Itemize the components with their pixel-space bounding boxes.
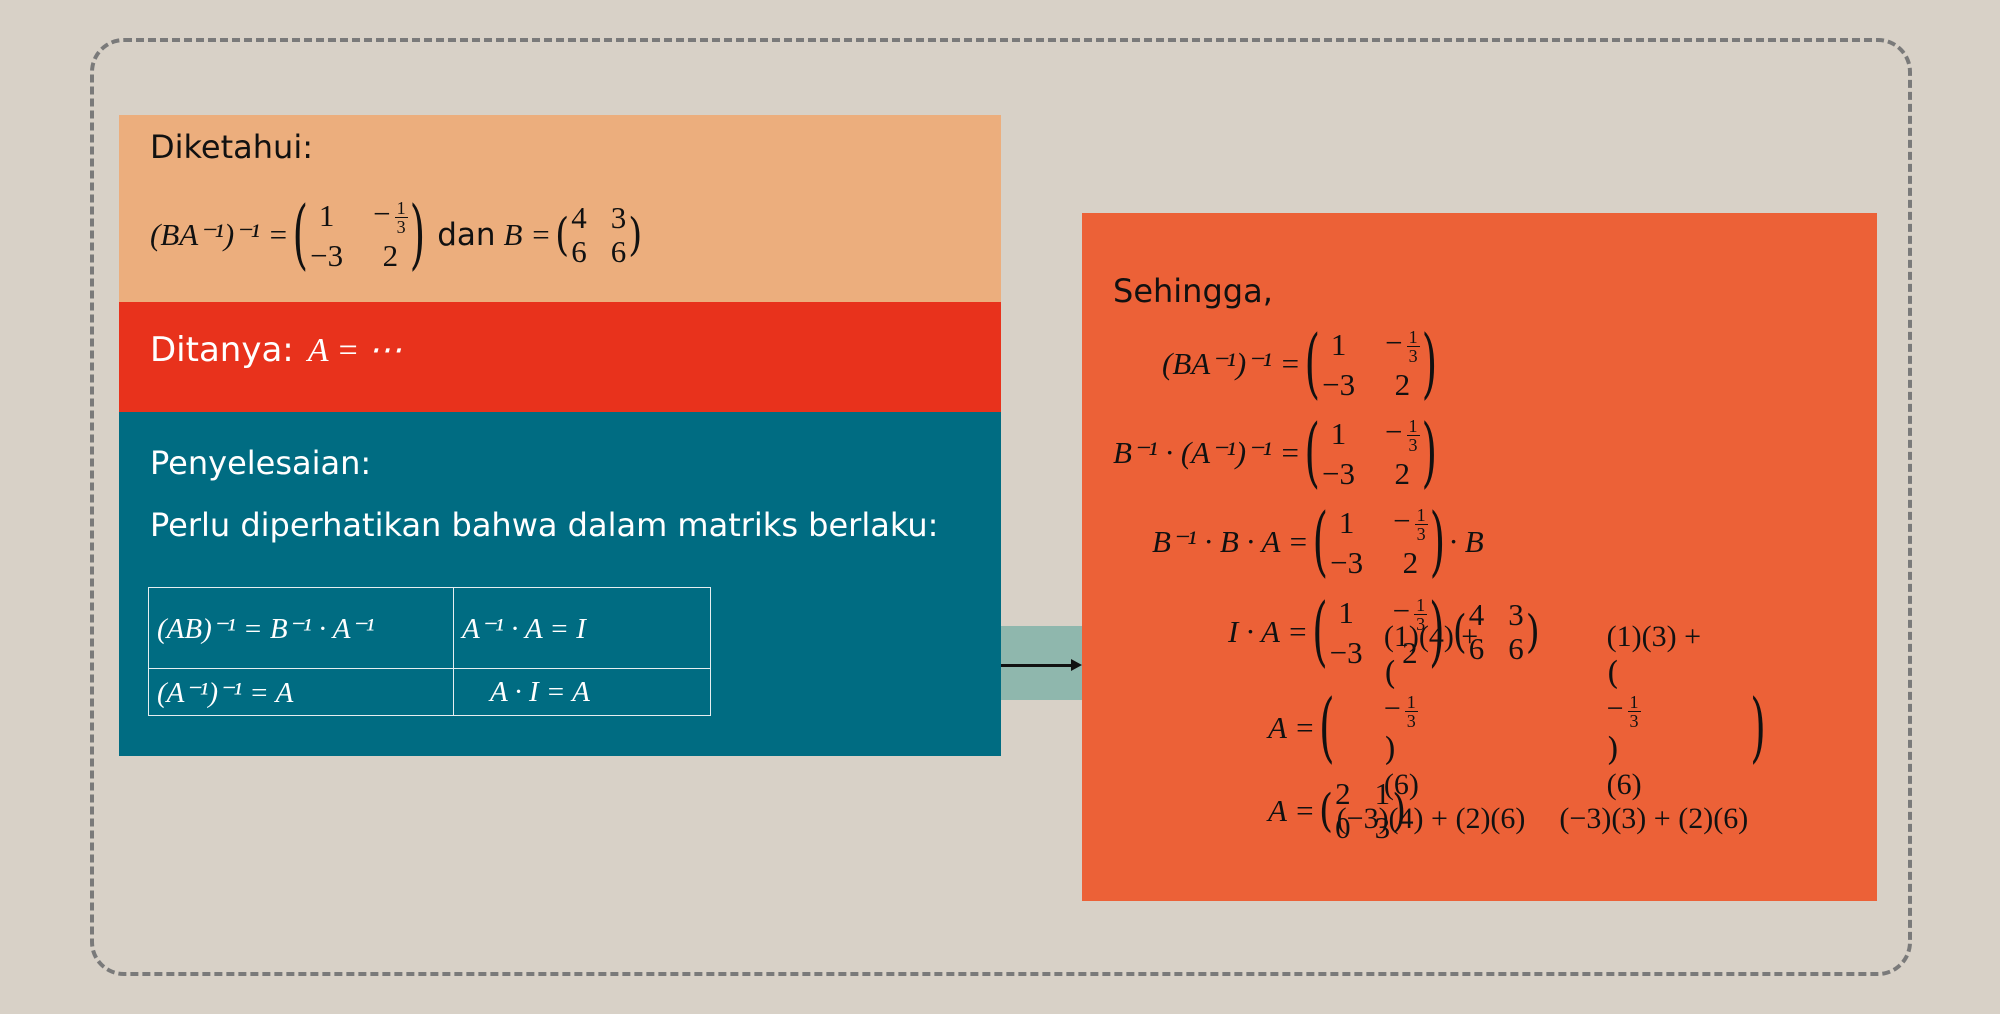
step-lhs: A =	[1268, 793, 1316, 828]
table-row: (AB)⁻¹ = B⁻¹ · A⁻¹ A⁻¹ · A = I	[148, 587, 711, 669]
matrix-b: ( 4 3 6 6 )	[555, 200, 643, 269]
matrix-cell: 1	[318, 197, 335, 233]
final-matrix: ( 2 1 0 3 )	[1319, 776, 1407, 845]
step-lhs: (BA⁻¹)⁻¹ =	[1162, 346, 1301, 381]
dan-word: dan	[437, 217, 496, 253]
matrix-cell: 0	[1335, 810, 1351, 845]
step-6: A = ( 2 1 0 3 )	[1268, 776, 1410, 846]
matrix-cell: −1 3	[373, 196, 408, 237]
matrix-cell: 2	[1394, 366, 1411, 402]
rule-cell: (AB)⁻¹ = B⁻¹ · A⁻¹	[148, 587, 454, 669]
matrix-cell: (1)(3) + (−1 3) (6)	[1606, 620, 1701, 801]
matrix-cell: 2	[1402, 544, 1419, 580]
asked-expr: A = ⋯	[307, 332, 402, 369]
matrix-cell: 2	[1335, 776, 1351, 811]
matrix-cell: (−3)(3) + (2)(6)	[1559, 801, 1749, 835]
matrix-cell: −3	[310, 237, 344, 273]
known-lhs: (BA⁻¹)⁻¹ =	[150, 217, 289, 252]
step-lhs: A =	[1268, 710, 1316, 745]
asked-heading: Ditanya:	[150, 330, 294, 370]
result-heading: Sehingga,	[1113, 272, 1273, 310]
given-matrix: ( 1 −1 3 −3 2 )	[292, 191, 426, 279]
arrow-head-icon	[1071, 659, 1082, 671]
rules-table: (AB)⁻¹ = B⁻¹ · A⁻¹ A⁻¹ · A = I (A⁻¹)⁻¹ =…	[148, 587, 711, 716]
step-lhs: B⁻¹ · B · A =	[1152, 524, 1309, 559]
step-5: A = ( (1)(4) + (−1 3) (6) (1)(3) + (−1 3) (6…	[1268, 620, 1770, 835]
matrix-cell: 2	[382, 237, 399, 273]
step-lhs: I · A =	[1228, 614, 1309, 649]
table-row: (A⁻¹)⁻¹ = A A · I = A	[148, 668, 711, 716]
matrix-cell: 3	[1374, 810, 1391, 845]
matrix-cell: 6	[610, 234, 627, 269]
matrix-cell: 4	[571, 200, 587, 235]
matrix-cell: −1 3	[1385, 414, 1420, 455]
matrix-cell: −1 3	[1385, 325, 1420, 366]
step-2: B⁻¹ · (A⁻¹)⁻¹ = ( 1 −1 3 −3 2 )	[1113, 409, 1441, 497]
rule-cell: (A⁻¹)⁻¹ = A	[148, 668, 454, 716]
connector-band	[1001, 626, 1082, 700]
matrix-cell: 2	[1394, 455, 1411, 491]
matrix-cell: 3	[610, 200, 627, 235]
b-label: B =	[503, 217, 552, 252]
matrix-cell: 1	[1330, 326, 1347, 362]
matrix-cell: 6	[571, 234, 587, 269]
known-equation: (BA⁻¹)⁻¹ = ( 1 −1 3 −3 2 ) dan B = ( 4 3 …	[150, 185, 646, 285]
matrix-cell: 1	[1338, 504, 1355, 540]
step-matrix: ( 1 −1 3 −3 2 )	[1304, 320, 1438, 408]
matrix-cell: 1	[1330, 415, 1347, 451]
arrow-line	[1001, 664, 1073, 667]
solution-note: Perlu diperhatikan bahwa dalam matriks b…	[150, 506, 939, 544]
rule-cell: A · I = A	[453, 668, 711, 716]
rule-cell: A⁻¹ · A = I	[453, 587, 711, 669]
step-1: (BA⁻¹)⁻¹ = ( 1 −1 3 −3 2 )	[1162, 320, 1441, 408]
known-heading: Diketahui:	[150, 128, 313, 166]
matrix-cell: −1 3	[1393, 503, 1428, 544]
matrix-cell: −3	[1330, 544, 1364, 580]
asked-line: Ditanya: A = ⋯	[150, 330, 402, 370]
solution-heading: Penyelesaian:	[150, 444, 372, 482]
matrix-cell: −3	[1322, 366, 1356, 402]
step-suffix: · B	[1449, 524, 1484, 559]
step-lhs: B⁻¹ · (A⁻¹)⁻¹ =	[1113, 435, 1301, 470]
matrix-cell: 1	[1374, 776, 1391, 811]
